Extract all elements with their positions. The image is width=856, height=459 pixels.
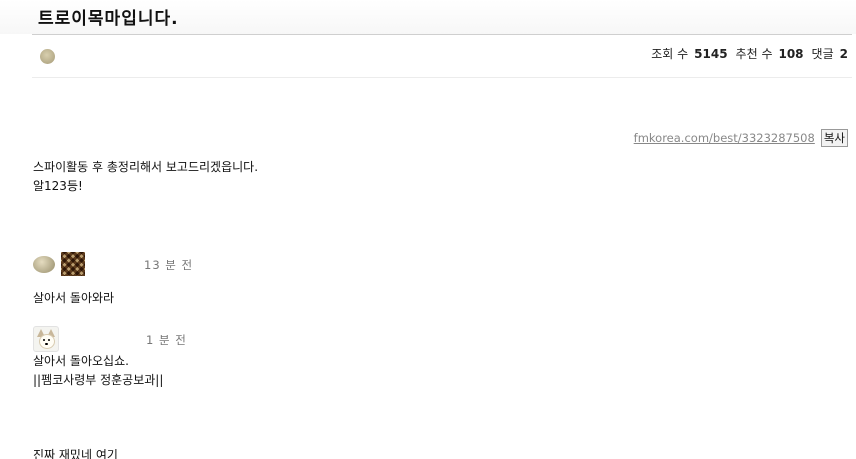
body-line: 스파이활동 후 총정리해서 보고드리겠읍니다.: [33, 160, 259, 174]
commenter-avatar[interactable]: [33, 256, 55, 273]
post-stats: 조회 수 5145 추천 수 108 댓글 2: [651, 45, 856, 62]
permalink-link[interactable]: fmkorea.com/best/3323287508: [634, 131, 815, 145]
views-count: 5145: [694, 47, 728, 61]
post-meta: 조회 수 5145 추천 수 108 댓글 2: [32, 36, 856, 78]
comment-time: 1 분 전: [146, 333, 187, 347]
divider: [32, 34, 852, 35]
comment-time: 13 분 전: [144, 258, 194, 272]
comments-count: 2: [839, 47, 848, 61]
divider: [32, 77, 852, 78]
recommend-count: 108: [778, 47, 804, 61]
dog-icon: [39, 334, 55, 349]
author-avatar[interactable]: [40, 49, 55, 64]
dog-eye: [48, 339, 50, 341]
body-line: 알123등!: [33, 179, 83, 193]
comment-text: ||펨코사령부 정훈공보과||: [33, 373, 164, 387]
comments-label: 댓글: [811, 47, 834, 61]
commenter-avatar[interactable]: [33, 326, 59, 352]
permalink-row: fmkorea.com/best/3323287508 복사: [634, 129, 848, 147]
views-label: 조회 수: [651, 47, 689, 61]
recommend-label: 추천 수: [735, 47, 773, 61]
comment-item: 13 분 전 살아서 돌아와라: [33, 252, 433, 312]
commenter-badge-icon: [61, 252, 85, 276]
dog-nose: [45, 343, 48, 345]
comment-text: 살아서 돌아와라: [33, 291, 115, 305]
copy-link-button[interactable]: 복사: [820, 129, 848, 147]
dog-eye: [43, 339, 45, 341]
post-body: 스파이활동 후 총정리해서 보고드리겠읍니다. 알123등!: [33, 158, 258, 196]
comment-text: 진짜 재밌네 여기: [33, 448, 118, 459]
post-header: 트로이목마입니다.: [0, 0, 856, 34]
comment-text: 살아서 돌아오십쇼.: [33, 354, 129, 368]
comment-item: 진짜 재밌네 여기: [33, 446, 433, 459]
post-title: 트로이목마입니다.: [38, 9, 179, 29]
comment-item: 1 분 전 살아서 돌아오십쇼. ||펨코사령부 정훈공보과||: [33, 326, 433, 396]
author-name[interactable]: [62, 50, 132, 64]
